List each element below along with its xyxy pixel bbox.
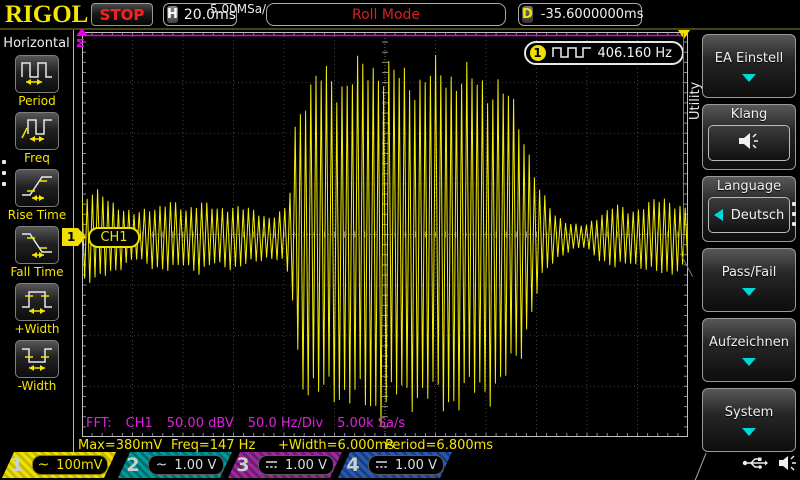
language-value: Deutsch xyxy=(731,208,785,223)
delay-badge: D xyxy=(522,6,533,23)
chevron-down-icon xyxy=(742,428,756,436)
menu-tab-outline xyxy=(683,33,684,255)
delay-value: -35.6000000ms xyxy=(541,7,644,22)
channel-2-scale: 1.00 V xyxy=(174,458,216,473)
delay-readout: D -35.6000000ms xyxy=(518,3,642,26)
period-icon xyxy=(20,57,54,91)
softkey-menu: EA Einstell Klang Language Deutsch Pass/… xyxy=(702,34,798,452)
rise-time-icon xyxy=(20,171,54,205)
counter-channel-badge: 1 xyxy=(530,45,546,61)
acquisition-mode: Roll Mode xyxy=(266,3,506,26)
channel-1-status[interactable]: 1 ~ 100mV xyxy=(2,452,116,478)
sidebar-title: Horizontal xyxy=(0,30,73,51)
usb-icon xyxy=(742,455,768,475)
menu-button-language[interactable]: Language Deutsch xyxy=(702,176,796,242)
language-select[interactable]: Deutsch xyxy=(708,197,790,233)
menu-button-klang[interactable]: Klang xyxy=(702,104,796,170)
rigol-logo: RIGOL xyxy=(5,1,88,29)
counter-value: 406.160 Hz xyxy=(598,46,673,61)
measurement-pwidth: +Width=6.000ms xyxy=(278,438,394,453)
channel-4-scale: 1.00 V xyxy=(395,458,437,473)
top-status-bar: RIGOL STOP H 20.0ms 5.00MSa/s Roll Mode … xyxy=(0,0,800,30)
dc-coupling-icon xyxy=(375,458,388,473)
waveform-display: M 1 406.160 Hz 1 CH1 FFT: CH1 50.00 dBV … xyxy=(82,32,688,437)
sound-toggle[interactable] xyxy=(708,125,790,161)
measurement-freq: Freq=147 Hz xyxy=(171,438,255,453)
menu-page-dots xyxy=(792,202,796,226)
sample-rate: 5.00MSa/s xyxy=(210,2,272,16)
waveform-plot xyxy=(82,32,688,437)
sidebar-item-plus-width[interactable]: +Width xyxy=(0,283,74,336)
frequency-counter: 1 406.160 Hz xyxy=(524,41,685,65)
math-channel-marker: M xyxy=(75,28,88,47)
chevron-down-icon xyxy=(742,288,756,296)
freq-icon xyxy=(20,114,54,148)
menu-button-aufzeichnen[interactable]: Aufzeichnen xyxy=(702,318,796,382)
sidebar-item-freq[interactable]: Freq xyxy=(0,112,74,165)
sidebar-page-dots xyxy=(2,160,6,186)
timebase-badge: H xyxy=(167,6,178,23)
chevron-down-icon xyxy=(742,74,756,82)
chevron-left-icon xyxy=(714,209,723,221)
run-stop-state[interactable]: STOP xyxy=(91,3,153,26)
fall-time-icon xyxy=(20,228,54,262)
ac-coupling-icon: ~ xyxy=(156,460,168,470)
square-wave-icon xyxy=(552,44,592,63)
ac-coupling-icon: ~ xyxy=(37,460,49,470)
fft-status-line: FFT: CH1 50.00 dBV 50.0 Hz/Div 5.00k Sa/… xyxy=(86,416,419,431)
sidebar-item-period[interactable]: Period xyxy=(0,55,74,108)
dc-coupling-icon xyxy=(265,458,278,473)
chevron-down-icon xyxy=(742,358,756,366)
measurement-max: Max=380mV xyxy=(78,438,162,453)
trigger-position-icon[interactable] xyxy=(678,30,690,39)
plus-width-icon xyxy=(20,285,54,319)
oscilloscope-screen: RIGOL STOP H 20.0ms 5.00MSa/s Roll Mode … xyxy=(0,0,800,480)
beeper-icon xyxy=(778,454,800,476)
sidebar-item-minus-width[interactable]: -Width xyxy=(0,340,74,393)
channel-3-scale: 1.00 V xyxy=(285,458,327,473)
menu-button-pass-fail[interactable]: Pass/Fail xyxy=(702,248,796,312)
measurement-period: Period=6.800ms xyxy=(385,438,493,453)
channel-status-bar: 1 ~ 100mV 2 ~ 1.00 V 3 1.00 V 4 1.00 V xyxy=(0,452,800,478)
minus-width-icon xyxy=(20,342,54,376)
channel-1-scale: 100mV xyxy=(56,458,102,473)
speaker-icon xyxy=(737,131,761,155)
measurement-row: Max=380mV Freq=147 Hz +Width=6.000ms Per… xyxy=(0,438,800,452)
sidebar-item-rise-time[interactable]: Rise Time xyxy=(0,169,74,222)
menu-button-ea-einstell[interactable]: EA Einstell xyxy=(702,34,796,98)
channel-4-status[interactable]: 4 1.00 V xyxy=(338,452,452,478)
ch1-trace-label[interactable]: CH1 xyxy=(88,227,140,248)
channel-3-status[interactable]: 3 1.00 V xyxy=(228,452,342,478)
channel-2-status[interactable]: 2 ~ 1.00 V xyxy=(118,452,232,478)
